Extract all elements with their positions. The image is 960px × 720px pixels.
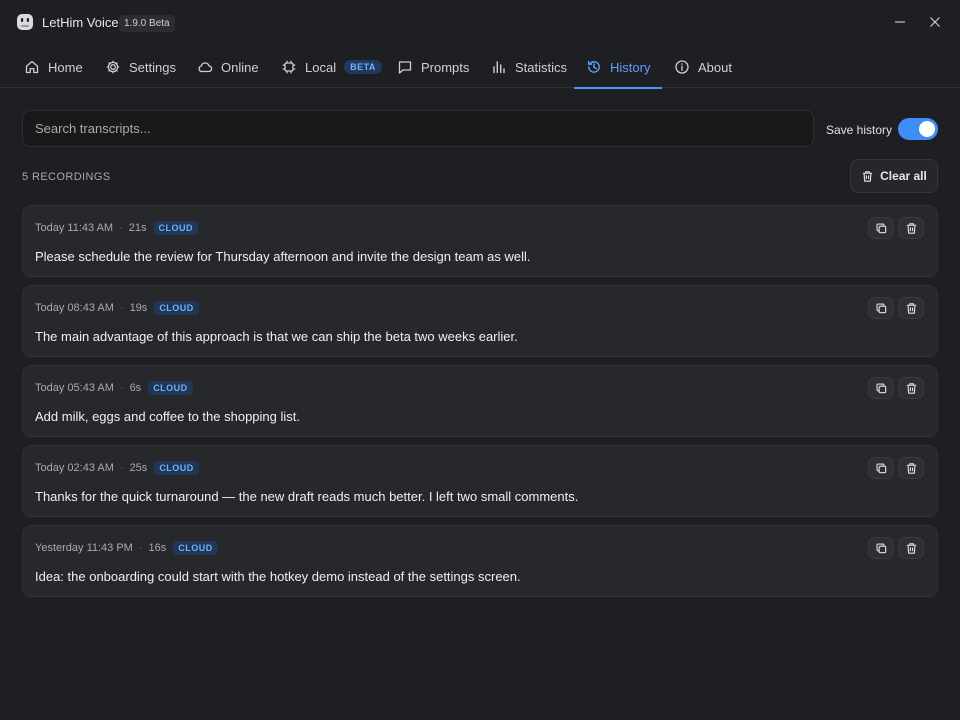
chat-icon xyxy=(398,61,412,74)
trash-icon xyxy=(906,462,916,474)
search-input[interactable] xyxy=(22,110,814,147)
recording-card: Yesterday 11:43 PM · 16s CLOUD Idea: the… xyxy=(22,525,938,597)
chip-icon xyxy=(282,60,296,74)
recording-card: Today 05:43 AM · 6s CLOUD Add milk, eggs… xyxy=(22,365,938,437)
source-badge: CLOUD xyxy=(154,301,199,315)
copy-button[interactable] xyxy=(868,297,894,319)
minimize-icon[interactable] xyxy=(892,14,908,30)
tab-settings[interactable]: Settings xyxy=(105,46,176,88)
trash-icon xyxy=(906,382,916,394)
separator-dot: · xyxy=(138,542,143,554)
delete-button[interactable] xyxy=(898,377,924,399)
recording-card: Today 08:43 AM · 19s CLOUD The main adva… xyxy=(22,285,938,357)
recording-time: Today 05:43 AM xyxy=(35,382,114,394)
recording-text: The main advantage of this approach is t… xyxy=(35,329,518,344)
recording-meta: Today 05:43 AM · 6s CLOUD xyxy=(35,381,193,395)
recording-time: Today 08:43 AM xyxy=(35,302,114,314)
recording-duration: 6s xyxy=(129,382,142,394)
copy-icon xyxy=(875,382,886,393)
delete-button[interactable] xyxy=(898,217,924,239)
recording-meta: Today 02:43 AM · 25s CLOUD xyxy=(35,461,199,475)
tab-online[interactable]: Online xyxy=(197,46,259,88)
trash-icon xyxy=(906,222,916,234)
clear-all-label: Clear all xyxy=(880,169,927,183)
close-icon[interactable] xyxy=(927,14,943,30)
tab-label: Local xyxy=(305,59,337,75)
recordings-list: Today 11:43 AM · 21s CLOUD Please schedu… xyxy=(22,205,938,605)
tab-home[interactable]: Home xyxy=(24,46,83,88)
copy-icon xyxy=(875,222,886,233)
separator-dot: · xyxy=(119,302,124,314)
delete-button[interactable] xyxy=(898,537,924,559)
copy-button[interactable] xyxy=(868,457,894,479)
tab-statistics[interactable]: Statistics xyxy=(491,46,567,88)
source-badge: CLOUD xyxy=(153,221,198,235)
info-icon xyxy=(675,60,689,74)
recording-duration: 19s xyxy=(129,302,148,314)
recording-meta: Today 08:43 AM · 19s CLOUD xyxy=(35,301,199,315)
tab-label: Settings xyxy=(129,59,176,75)
trash-icon xyxy=(862,170,873,182)
copy-icon xyxy=(875,302,886,313)
recording-meta: Yesterday 11:43 PM · 16s CLOUD xyxy=(35,541,218,555)
recording-time: Yesterday 11:43 PM xyxy=(35,542,133,554)
tab-label: Home xyxy=(48,59,83,75)
app-logo-icon xyxy=(17,14,33,30)
recording-duration: 16s xyxy=(148,542,167,554)
copy-button[interactable] xyxy=(868,377,894,399)
trash-icon xyxy=(906,542,916,554)
source-badge: CLOUD xyxy=(173,541,218,555)
separator-dot: · xyxy=(119,462,124,474)
home-icon xyxy=(25,60,39,74)
tab-label: Prompts xyxy=(421,59,470,75)
delete-button[interactable] xyxy=(898,457,924,479)
tab-label: Statistics xyxy=(515,59,568,75)
app-name: LetHim Voice xyxy=(42,15,119,30)
tab-local[interactable]: Local BETA xyxy=(281,46,382,88)
tab-label: About xyxy=(698,59,732,75)
recordings-count: 5 RECORDINGS xyxy=(22,171,111,183)
source-badge: CLOUD xyxy=(148,381,193,395)
tab-history[interactable]: History xyxy=(574,46,663,89)
recording-text: Please schedule the review for Thursday … xyxy=(35,249,531,264)
history-icon xyxy=(587,60,600,73)
toggle-knob xyxy=(919,121,935,137)
trash-icon xyxy=(906,302,916,314)
bar-chart-icon xyxy=(493,61,505,74)
version-badge: 1.9.0 Beta xyxy=(119,15,175,32)
recording-card: Today 02:43 AM · 25s CLOUD Thanks for th… xyxy=(22,445,938,517)
copy-icon xyxy=(875,542,886,553)
tab-prompts[interactable]: Prompts xyxy=(397,46,469,88)
cloud-icon xyxy=(198,62,213,73)
separator-dot: · xyxy=(119,222,123,234)
recording-text: Thanks for the quick turnaround — the ne… xyxy=(35,489,579,504)
recording-text: Idea: the onboarding could start with th… xyxy=(35,569,521,584)
tab-label: Online xyxy=(221,59,259,75)
copy-button[interactable] xyxy=(868,217,894,239)
recording-text: Add milk, eggs and coffee to the shoppin… xyxy=(35,409,300,424)
source-badge: CLOUD xyxy=(154,461,199,475)
recording-time: Today 02:43 AM xyxy=(35,462,114,474)
recording-time: Today 11:43 AM xyxy=(35,222,114,234)
recording-card: Today 11:43 AM · 21s CLOUD Please schedu… xyxy=(22,205,938,277)
save-history-label: Save history xyxy=(826,123,893,137)
title-bar: LetHim Voice 1.9.0 Beta xyxy=(0,0,960,46)
beta-badge: BETA xyxy=(344,60,382,74)
clear-all-button[interactable]: Clear all xyxy=(850,159,938,193)
copy-button[interactable] xyxy=(868,537,894,559)
gear-icon xyxy=(106,60,120,74)
recording-duration: 25s xyxy=(129,462,148,474)
main-nav: Home Settings Online Local BETA Prompts … xyxy=(0,46,960,89)
delete-button[interactable] xyxy=(898,297,924,319)
separator-dot: · xyxy=(119,382,124,394)
save-history-toggle[interactable] xyxy=(898,118,938,140)
recording-meta: Today 11:43 AM · 21s CLOUD xyxy=(35,221,198,235)
copy-icon xyxy=(875,462,886,473)
tab-label: History xyxy=(610,59,651,75)
recording-duration: 21s xyxy=(128,222,147,234)
tab-about[interactable]: About xyxy=(674,46,732,88)
